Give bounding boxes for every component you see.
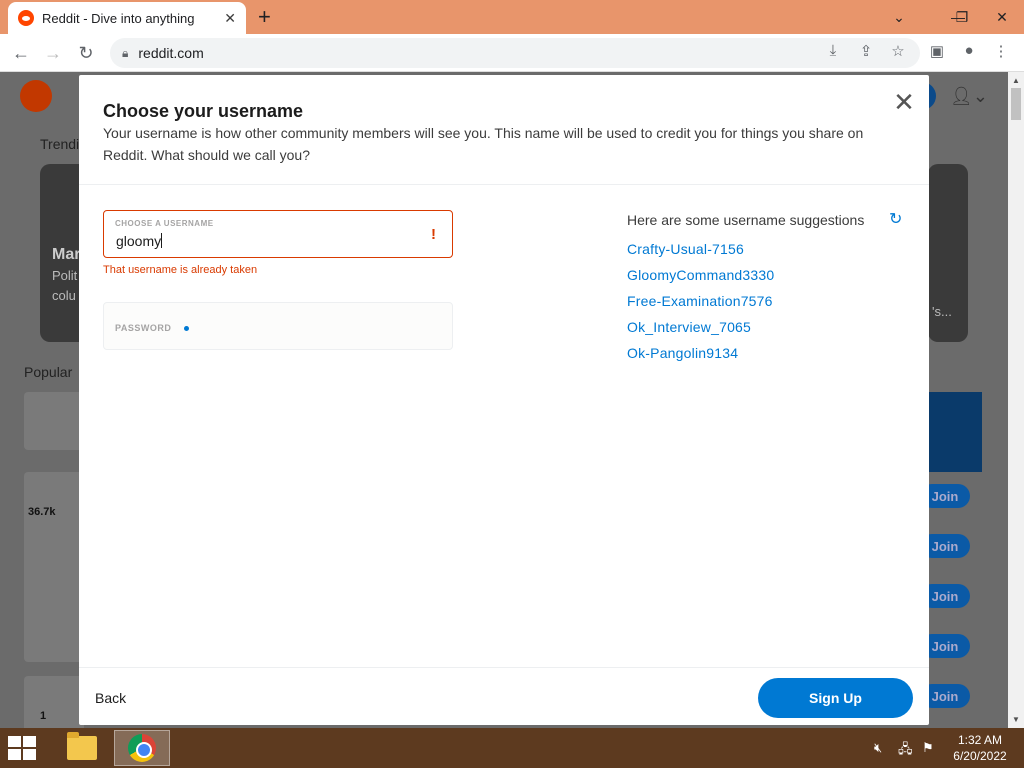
browser-tabstrip: Reddit - Dive into anything ✕ + ⌄ — ❐ ✕	[0, 0, 1024, 34]
clock-date: 6/20/2022	[953, 749, 1007, 763]
modal-description: Your username is how other community mem…	[103, 125, 864, 163]
address-bar[interactable]: 🔒︎ reddit.com	[110, 38, 920, 68]
suggestions-heading: Here are some username suggestions	[627, 212, 865, 228]
browser-toolbar: ← → ↻ 🔒︎ reddit.com ⤓ ⇪ ☆ ▣ ● ⋮	[0, 34, 1024, 72]
choose-username-modal: Choose your username Your username is ho…	[79, 75, 929, 725]
modal-footer: Back Sign Up	[79, 667, 929, 725]
profile-avatar-icon[interactable]: ●	[958, 42, 980, 59]
username-value: gloomy	[116, 233, 162, 249]
menu-kebab-icon[interactable]: ⋮	[990, 42, 1012, 60]
refresh-suggestions-icon[interactable]: ↻	[889, 209, 902, 229]
share-icon[interactable]: ⇪	[855, 42, 877, 60]
username-error-message: That username is already taken	[103, 264, 258, 276]
forward-arrow-icon[interactable]: →	[40, 40, 66, 66]
vote-count: 36.7k	[28, 506, 56, 518]
username-suggestion[interactable]: GloomyCommand3330	[627, 267, 774, 283]
username-suggestion[interactable]: Ok-Pangolin9134	[627, 345, 738, 361]
username-suggestion[interactable]: Ok_Interview_7065	[627, 319, 751, 335]
text-caret	[161, 233, 163, 248]
windows-start-icon[interactable]	[8, 736, 38, 760]
scrollbar-thumb[interactable]	[1011, 88, 1021, 120]
close-icon[interactable]: ✕	[891, 89, 917, 115]
vote-count: 1	[40, 710, 47, 722]
password-field-label: PASSWORD	[115, 323, 172, 333]
username-suggestion[interactable]: Crafty-Usual-7156	[627, 241, 744, 257]
reddit-favicon-icon	[18, 10, 34, 26]
password-field[interactable]: PASSWORD	[103, 302, 453, 350]
feed-sort-panel	[24, 392, 84, 450]
trending-card-line: colu	[52, 288, 76, 303]
trending-card-line: 's...	[932, 304, 952, 319]
bookmark-star-icon[interactable]: ☆	[887, 42, 909, 60]
clock-time: 1:32 AM	[957, 733, 1003, 747]
windows-taskbar: 🔇︎ 🖧 ⚑ 1:32 AM 6/20/2022	[0, 728, 1024, 768]
chrome-icon	[128, 734, 156, 762]
tab-close-icon[interactable]: ✕	[224, 10, 236, 27]
install-icon[interactable]: ⤓	[822, 42, 844, 59]
browser-tab[interactable]: Reddit - Dive into anything ✕	[8, 2, 246, 34]
tab-title: Reddit - Dive into anything	[42, 10, 195, 26]
network-icon[interactable]: 🖧	[898, 740, 913, 762]
lock-icon: 🔒︎	[122, 45, 129, 60]
back-button[interactable]: Back	[95, 690, 126, 706]
username-field-label: CHOOSE A USERNAME	[115, 219, 214, 228]
username-input[interactable]: gloomy	[116, 233, 163, 249]
back-arrow-icon[interactable]: ←	[8, 40, 34, 66]
new-tab-button[interactable]: +	[258, 4, 271, 30]
username-suggestion[interactable]: Free-Examination7576	[627, 293, 773, 309]
system-clock[interactable]: 1:32 AM 6/20/2022	[944, 732, 1016, 764]
folder-icon	[67, 732, 97, 760]
window-close-button[interactable]: ✕	[980, 0, 1024, 34]
popular-heading: Popular	[24, 364, 73, 380]
password-loading-dot-icon	[184, 326, 189, 331]
page-scrollbar[interactable]: ▲ ▼	[1008, 72, 1024, 728]
reddit-logo-icon	[20, 80, 52, 112]
scroll-down-arrow-icon[interactable]: ▼	[1012, 715, 1020, 724]
chrome-taskbar-icon[interactable]	[114, 730, 170, 766]
modal-title: Choose your username	[103, 101, 304, 121]
maximize-button[interactable]: ❐	[944, 0, 980, 34]
volume-muted-icon[interactable]: 🔇︎	[874, 740, 882, 756]
trending-card: 's...	[928, 164, 968, 342]
trending-card-title: Mar	[52, 246, 81, 263]
scroll-up-arrow-icon[interactable]: ▲	[1012, 76, 1020, 85]
username-field[interactable]: CHOOSE A USERNAME gloomy !	[103, 210, 453, 258]
file-explorer-taskbar-icon[interactable]	[54, 730, 110, 766]
side-panel-icon[interactable]: ▣	[926, 42, 948, 60]
trending-card-line: Polit	[52, 268, 78, 283]
reload-icon[interactable]: ↻	[73, 40, 99, 66]
tab-search-dropdown-icon[interactable]: ⌄	[886, 0, 912, 34]
post-card	[24, 472, 84, 662]
trending-heading: Trendi	[40, 136, 80, 152]
modal-header: Choose your username Your username is ho…	[79, 75, 929, 185]
sign-up-button[interactable]: Sign Up	[758, 678, 913, 718]
user-menu-icon: 👤︎⌄	[950, 86, 988, 106]
address-url: reddit.com	[138, 45, 204, 61]
community-banner	[928, 392, 982, 472]
notification-flag-icon[interactable]: ⚑	[922, 740, 934, 756]
error-exclamation-icon: !	[431, 226, 436, 243]
post-card	[24, 676, 84, 728]
